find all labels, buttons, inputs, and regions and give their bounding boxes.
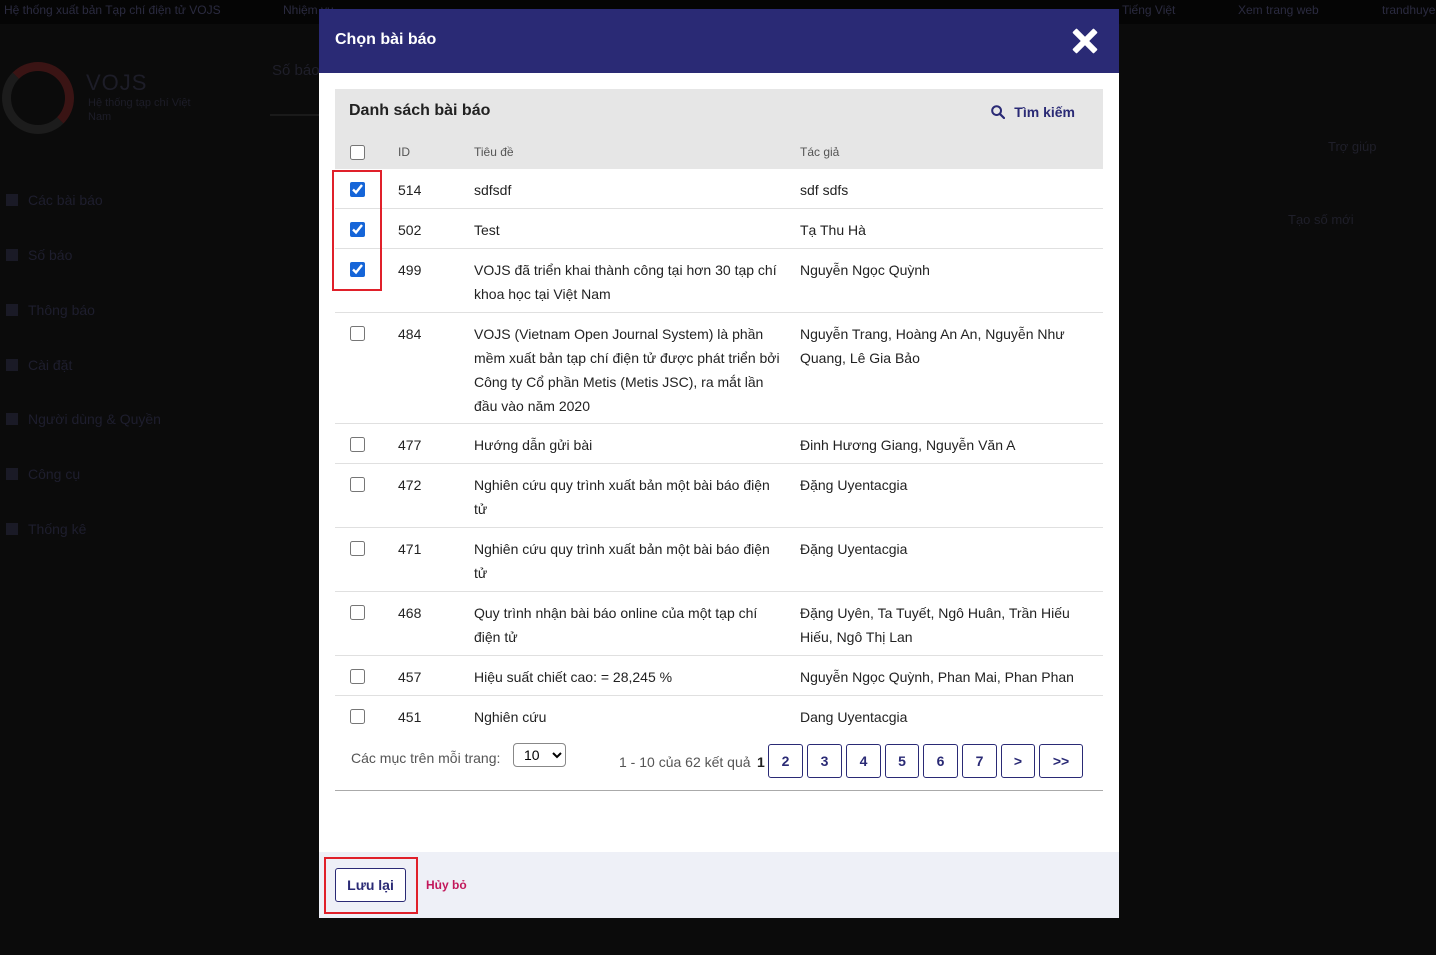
modal-title: Chọn bài báo [335, 31, 437, 48]
row-checkbox[interactable] [350, 669, 365, 684]
article-title: Nghiên cứu quy trình xuất bản một bài bá… [474, 477, 770, 517]
site-name: Hệ thống xuất bản Tạp chí điện tử VOJS [4, 3, 221, 17]
article-id: 457 [398, 669, 422, 685]
article-author: Nguyễn Ngọc Quỳnh, Phan Mai, Phan Phan [800, 669, 1074, 685]
search-icon [991, 105, 1006, 119]
table-row: 472 Nghiên cứu quy trình xuất bản một bà… [335, 464, 1103, 528]
per-page-label: Các mục trên mỗi trang: [351, 750, 501, 766]
brand-name: VOJS [86, 70, 148, 95]
row-checkbox[interactable] [350, 222, 365, 237]
language-link: Tiếng Việt [1122, 3, 1176, 17]
modal-header: Chọn bài báo [319, 9, 1119, 73]
table-row: 477 Hướng dẫn gửi bài Đinh Hương Giang, … [335, 424, 1103, 464]
article-author: sdf sdfs [800, 182, 849, 198]
article-title: sdfsdf [474, 182, 512, 198]
create-issue-link: Tạo số mới [1288, 212, 1354, 227]
table-row: 457 Hiệu suất chiết cao: = 28,245 % Nguy… [335, 656, 1103, 696]
page-button-6[interactable]: 6 [923, 744, 958, 778]
list-header: Danh sách bài báo Tìm kiếm ID Tiêu đề Tá… [335, 89, 1103, 169]
page-button-5[interactable]: 5 [885, 744, 919, 778]
article-title: Hiệu suất chiết cao: = 28,245 % [474, 669, 673, 685]
table-row: 514 sdfsdf sdf sdfs [335, 169, 1103, 209]
help-link: Trợ giúp [1328, 139, 1377, 154]
article-id: 471 [398, 541, 422, 557]
brand-subtitle: Hệ thống tạp chí Việt Nam [88, 97, 191, 123]
article-id: 499 [398, 262, 422, 278]
table-row: 451 Nghiên cứu Dang Uyentacgia [335, 696, 1103, 736]
article-title: Test [474, 222, 500, 238]
list-title: Danh sách bài báo [349, 102, 491, 119]
save-button[interactable]: Lưu lại [335, 868, 406, 902]
row-checkbox[interactable] [350, 541, 365, 556]
article-author: Đặng Uyên, Ta Tuyết, Ngô Huân, Trần Hiếu… [800, 605, 1070, 645]
select-all-checkbox[interactable] [350, 145, 365, 160]
article-author: Nguyễn Ngọc Quỳnh [800, 262, 930, 278]
table-row: 502 Test Tạ Thu Hà [335, 209, 1103, 249]
article-author: Dang Uyentacgia [800, 709, 908, 725]
article-author: Đặng Uyentacgia [800, 477, 908, 493]
article-table: 514 sdfsdf sdf sdfs 502 Test Tạ Thu Hà 4… [335, 169, 1103, 736]
article-id: 451 [398, 709, 422, 725]
search-button[interactable]: Tìm kiếm [991, 104, 1075, 120]
column-header-id: ID [398, 145, 410, 159]
row-checkbox[interactable] [350, 437, 365, 452]
article-list-panel: Danh sách bài báo Tìm kiếm ID Tiêu đề Tá… [335, 89, 1103, 791]
logo [2, 62, 74, 134]
page-button-7[interactable]: 7 [962, 744, 997, 778]
divider [335, 790, 1103, 791]
article-id: 514 [398, 182, 422, 198]
article-title: VOJS đã triển khai thành công tại hơn 30… [474, 262, 777, 302]
pagination: Các mục trên mỗi trang: 10 1 - 10 của 62… [335, 736, 1103, 791]
row-checkbox[interactable] [350, 326, 365, 341]
article-author: Nguyễn Trang, Hoàng An An, Nguyễn Như Qu… [800, 326, 1065, 366]
table-row: 468 Quy trình nhận bài báo online của mộ… [335, 592, 1103, 656]
article-id: 472 [398, 477, 422, 493]
article-author: Tạ Thu Hà [800, 222, 866, 238]
close-icon[interactable] [1069, 25, 1101, 57]
page-button-4[interactable]: 4 [846, 744, 881, 778]
article-author: Đinh Hương Giang, Nguyễn Văn A [800, 437, 1016, 453]
article-title: VOJS (Vietnam Open Journal System) là ph… [474, 326, 780, 414]
page-button-2[interactable]: 2 [768, 744, 803, 778]
article-id: 477 [398, 437, 422, 453]
cancel-link[interactable]: Hủy bỏ [426, 878, 467, 892]
current-page: 1 [757, 754, 765, 770]
nav-announcements: Thông báo [6, 302, 95, 318]
per-page-select[interactable]: 10 [513, 743, 566, 767]
next-page-button[interactable]: > [1001, 744, 1035, 778]
article-title: Hướng dẫn gửi bài [474, 437, 593, 453]
nav-issues: Số báo [6, 247, 72, 263]
last-page-button[interactable]: >> [1039, 744, 1083, 778]
table-row: 484 VOJS (Vietnam Open Journal System) l… [335, 313, 1103, 424]
search-label: Tìm kiếm [1014, 104, 1075, 120]
nav-articles: Các bài báo [6, 192, 103, 208]
column-header-author: Tác giả [800, 145, 840, 159]
nav-tools: Công cụ [6, 466, 80, 482]
row-checkbox[interactable] [350, 477, 365, 492]
column-header-title: Tiêu đề [474, 145, 514, 159]
row-checkbox[interactable] [350, 262, 365, 277]
results-info: 1 - 10 của 62 kết quả [619, 754, 751, 770]
table-row: 499 VOJS đã triển khai thành công tại hơ… [335, 249, 1103, 313]
modal-footer: Lưu lại Hủy bỏ [319, 852, 1119, 918]
row-checkbox[interactable] [350, 605, 365, 620]
nav-users: Người dùng & Quyền [6, 411, 161, 427]
view-site-link: Xem trang web [1238, 3, 1319, 17]
table-row: 471 Nghiên cứu quy trình xuất bản một bà… [335, 528, 1103, 592]
select-articles-modal: Chọn bài báo Danh sách bài báo Tìm kiếm … [319, 9, 1119, 918]
user-link: trandhuyen [1382, 3, 1436, 17]
nav-statistics: Thống kê [6, 521, 86, 537]
article-id: 502 [398, 222, 422, 238]
page-button-3[interactable]: 3 [807, 744, 842, 778]
row-checkbox[interactable] [350, 709, 365, 724]
article-id: 484 [398, 326, 422, 342]
nav-settings: Cài đặt [6, 357, 72, 373]
article-author: Đặng Uyentacgia [800, 541, 908, 557]
article-title: Nghiên cứu [474, 709, 547, 725]
article-title: Quy trình nhận bài báo online của một tạ… [474, 605, 758, 645]
section-title: Số báo [272, 62, 320, 79]
row-checkbox[interactable] [350, 182, 365, 197]
article-title: Nghiên cứu quy trình xuất bản một bài bá… [474, 541, 770, 581]
article-id: 468 [398, 605, 422, 621]
